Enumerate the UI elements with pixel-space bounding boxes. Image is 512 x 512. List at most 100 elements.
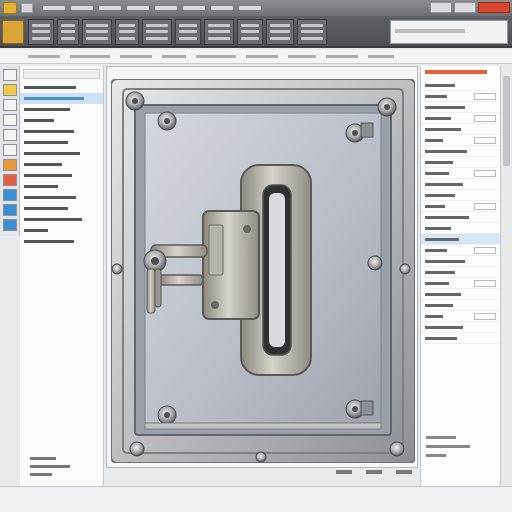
app-logo-icon[interactable] — [3, 2, 17, 14]
tree-row[interactable] — [20, 170, 103, 181]
property-field[interactable] — [474, 136, 496, 144]
maximize-button[interactable] — [454, 2, 476, 13]
quick-access-item[interactable] — [99, 6, 121, 10]
subbar-item[interactable] — [288, 55, 316, 58]
subbar-item[interactable] — [326, 55, 358, 58]
property-row[interactable] — [421, 333, 500, 344]
subbar-item[interactable] — [246, 55, 278, 58]
quick-access-item[interactable] — [211, 6, 233, 10]
property-row[interactable] — [421, 278, 500, 289]
constraint-icon[interactable] — [3, 144, 17, 156]
close-button[interactable] — [478, 2, 510, 13]
lock-plate-model[interactable] — [111, 79, 415, 463]
handle-slot-bg — [269, 193, 285, 347]
minimize-button[interactable] — [430, 2, 452, 13]
property-row[interactable] — [421, 168, 500, 179]
tree-row[interactable] — [20, 137, 103, 148]
quick-access-icon[interactable] — [21, 3, 33, 13]
tree-row[interactable] — [20, 192, 103, 203]
ribbon-group[interactable] — [82, 19, 112, 45]
sketch-icon[interactable] — [3, 114, 17, 126]
app-menu-icon[interactable] — [2, 20, 24, 44]
property-row[interactable] — [421, 102, 500, 113]
tree-row[interactable] — [20, 115, 103, 126]
subbar-item[interactable] — [70, 55, 110, 58]
mate-icon[interactable] — [3, 204, 17, 216]
property-field[interactable] — [474, 312, 496, 320]
search-input[interactable] — [395, 29, 465, 33]
ribbon-group[interactable] — [175, 19, 201, 45]
assembly-icon[interactable] — [3, 189, 17, 201]
property-field[interactable] — [474, 92, 496, 100]
quick-access-item[interactable] — [43, 6, 65, 10]
property-row-selected[interactable] — [421, 234, 500, 245]
quick-access-item[interactable] — [239, 6, 261, 10]
property-row[interactable] — [421, 146, 500, 157]
property-row[interactable] — [421, 80, 500, 91]
tree-row[interactable] — [20, 82, 103, 93]
ribbon-group[interactable] — [204, 19, 234, 45]
ribbon-group[interactable] — [57, 19, 79, 45]
property-field[interactable] — [474, 202, 496, 210]
select-icon[interactable] — [3, 69, 17, 81]
tree-row[interactable] — [20, 203, 103, 214]
property-row[interactable] — [421, 300, 500, 311]
property-row[interactable] — [421, 322, 500, 333]
property-row[interactable] — [421, 157, 500, 168]
property-row[interactable] — [421, 245, 500, 256]
ribbon-group[interactable] — [237, 19, 263, 45]
property-row[interactable] — [421, 124, 500, 135]
tree-row[interactable] — [20, 214, 103, 225]
ribbon-group[interactable] — [142, 19, 172, 45]
property-row[interactable] — [421, 190, 500, 201]
feature-icon[interactable] — [3, 159, 17, 171]
tree-row[interactable] — [20, 104, 103, 115]
ribbon-group[interactable] — [297, 19, 327, 45]
property-field[interactable] — [474, 114, 496, 122]
quick-access-item[interactable] — [71, 6, 93, 10]
property-field[interactable] — [474, 169, 496, 177]
property-row[interactable] — [421, 91, 500, 102]
property-row[interactable] — [421, 135, 500, 146]
tree-row[interactable] — [20, 225, 103, 236]
property-row[interactable] — [421, 289, 500, 300]
property-row[interactable] — [421, 223, 500, 234]
tree-row[interactable] — [20, 236, 103, 247]
property-row[interactable] — [421, 256, 500, 267]
folder-icon[interactable] — [3, 84, 17, 96]
subbar-item[interactable] — [28, 55, 60, 58]
property-row[interactable] — [421, 201, 500, 212]
command-search-box[interactable] — [390, 20, 508, 44]
property-row[interactable] — [421, 212, 500, 223]
property-row[interactable] — [421, 113, 500, 124]
tree-row[interactable] — [20, 126, 103, 137]
tree-row-selected[interactable] — [20, 93, 103, 104]
property-row[interactable] — [421, 267, 500, 278]
property-row[interactable] — [421, 179, 500, 190]
subbar-item[interactable] — [120, 55, 152, 58]
vertical-scrollbar[interactable] — [500, 66, 512, 486]
property-field[interactable] — [474, 246, 496, 254]
dimension-icon[interactable] — [3, 129, 17, 141]
ribbon-group[interactable] — [266, 19, 294, 45]
subbar-item[interactable] — [162, 55, 186, 58]
property-field[interactable] — [474, 279, 496, 287]
quick-access-item[interactable] — [155, 6, 177, 10]
subbar-item[interactable] — [368, 55, 394, 58]
quick-access-item[interactable] — [183, 6, 205, 10]
scrollbar-thumb[interactable] — [503, 76, 510, 166]
hasp-arm-inner — [154, 268, 162, 308]
fillet-icon[interactable] — [3, 174, 17, 186]
tree-row[interactable] — [20, 148, 103, 159]
subbar-item[interactable] — [196, 55, 236, 58]
ribbon-group[interactable] — [28, 19, 54, 45]
model-viewport[interactable] — [106, 66, 418, 468]
quick-access-item[interactable] — [127, 6, 149, 10]
ribbon-group[interactable] — [115, 19, 139, 45]
status-bar — [0, 486, 512, 512]
tree-row[interactable] — [20, 181, 103, 192]
tree-row[interactable] — [20, 159, 103, 170]
layer-icon[interactable] — [3, 99, 17, 111]
pattern-icon[interactable] — [3, 219, 17, 231]
property-row[interactable] — [421, 311, 500, 322]
